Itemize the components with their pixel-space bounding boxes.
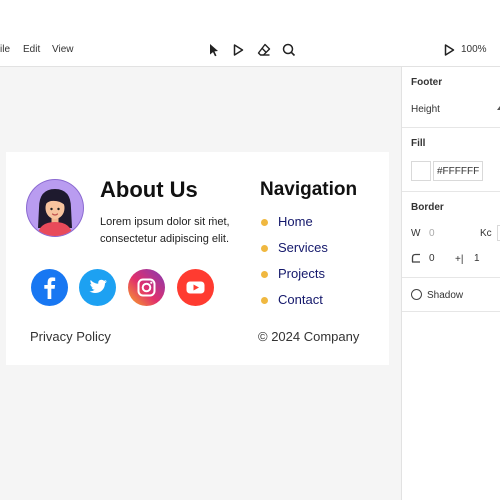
bullet-icon [261, 297, 268, 304]
about-title: About Us [100, 177, 198, 202]
eraser-icon[interactable] [256, 42, 272, 58]
privacy-policy-link[interactable]: Privacy Policy [30, 329, 111, 344]
menu-edit[interactable]: Edit [23, 33, 40, 67]
navigation-title: Navigation [260, 179, 358, 200]
about-text: Lorem ipsum dolor sit ṁet, consectetur a… [100, 216, 230, 245]
height-label: Height [411, 104, 440, 115]
pointer-icon[interactable] [206, 42, 222, 58]
fill-color-swatch[interactable] [411, 161, 431, 181]
bullet-icon [261, 271, 268, 278]
fill-section-title: Fill [411, 138, 426, 149]
facebook-icon[interactable] [31, 269, 68, 306]
border-width-label: W [411, 228, 421, 239]
nav-item-services[interactable]: Services [260, 237, 328, 263]
border-width-input[interactable]: 0 [429, 228, 435, 239]
nav-link[interactable]: Services [278, 240, 328, 255]
shadow-toggle-icon[interactable] [411, 289, 422, 300]
footer-card[interactable]: About Us Lorem ipsum dolor sit ṁet, cons… [6, 152, 389, 365]
border-section-title: Border [411, 202, 444, 213]
fill-hex-input[interactable]: #FFFFFF [433, 161, 484, 181]
play-icon[interactable] [230, 42, 246, 58]
spacing-label: +| [455, 254, 464, 265]
divider [402, 277, 500, 278]
menu-file[interactable]: ile [0, 33, 10, 67]
divider [402, 311, 500, 312]
navigation-list: Home Services Projects Contact [260, 211, 328, 315]
preview-play-icon[interactable] [441, 42, 457, 58]
nav-item-contact[interactable]: Contact [260, 289, 328, 315]
search-icon[interactable] [281, 42, 297, 58]
menu-view[interactable]: View [52, 33, 74, 67]
twitter-icon[interactable] [79, 269, 116, 306]
nav-item-projects[interactable]: Projects [260, 263, 328, 289]
panel-section-title: Footer [411, 77, 443, 88]
properties-panel: Footer Height Fill #FFFFFF Border W 0 Kc… [401, 67, 500, 500]
nav-link[interactable]: Home [278, 214, 313, 229]
window-top-strip [0, 0, 500, 33]
spacing-input[interactable]: 1 [474, 253, 480, 264]
toolbar: ile Edit View 100% [0, 33, 500, 67]
corner-radius-icon [411, 253, 421, 266]
bullet-icon [261, 245, 268, 252]
nav-link[interactable]: Contact [278, 292, 323, 307]
height-stepper-icon[interactable] [495, 104, 500, 117]
instagram-icon[interactable] [128, 269, 165, 306]
divider [402, 127, 500, 128]
bullet-icon [261, 219, 268, 226]
border-color-label: Kc [480, 228, 492, 239]
avatar [25, 178, 85, 238]
shadow-label: Shadow [427, 290, 464, 301]
divider [402, 191, 500, 192]
nav-link[interactable]: Projects [278, 266, 325, 281]
youtube-icon[interactable] [177, 269, 214, 306]
zoom-level[interactable]: 100% [461, 33, 487, 67]
corner-radius-input[interactable]: 0 [429, 253, 435, 264]
copyright-text: © 2024 Company [258, 329, 360, 344]
nav-item-home[interactable]: Home [260, 211, 328, 237]
